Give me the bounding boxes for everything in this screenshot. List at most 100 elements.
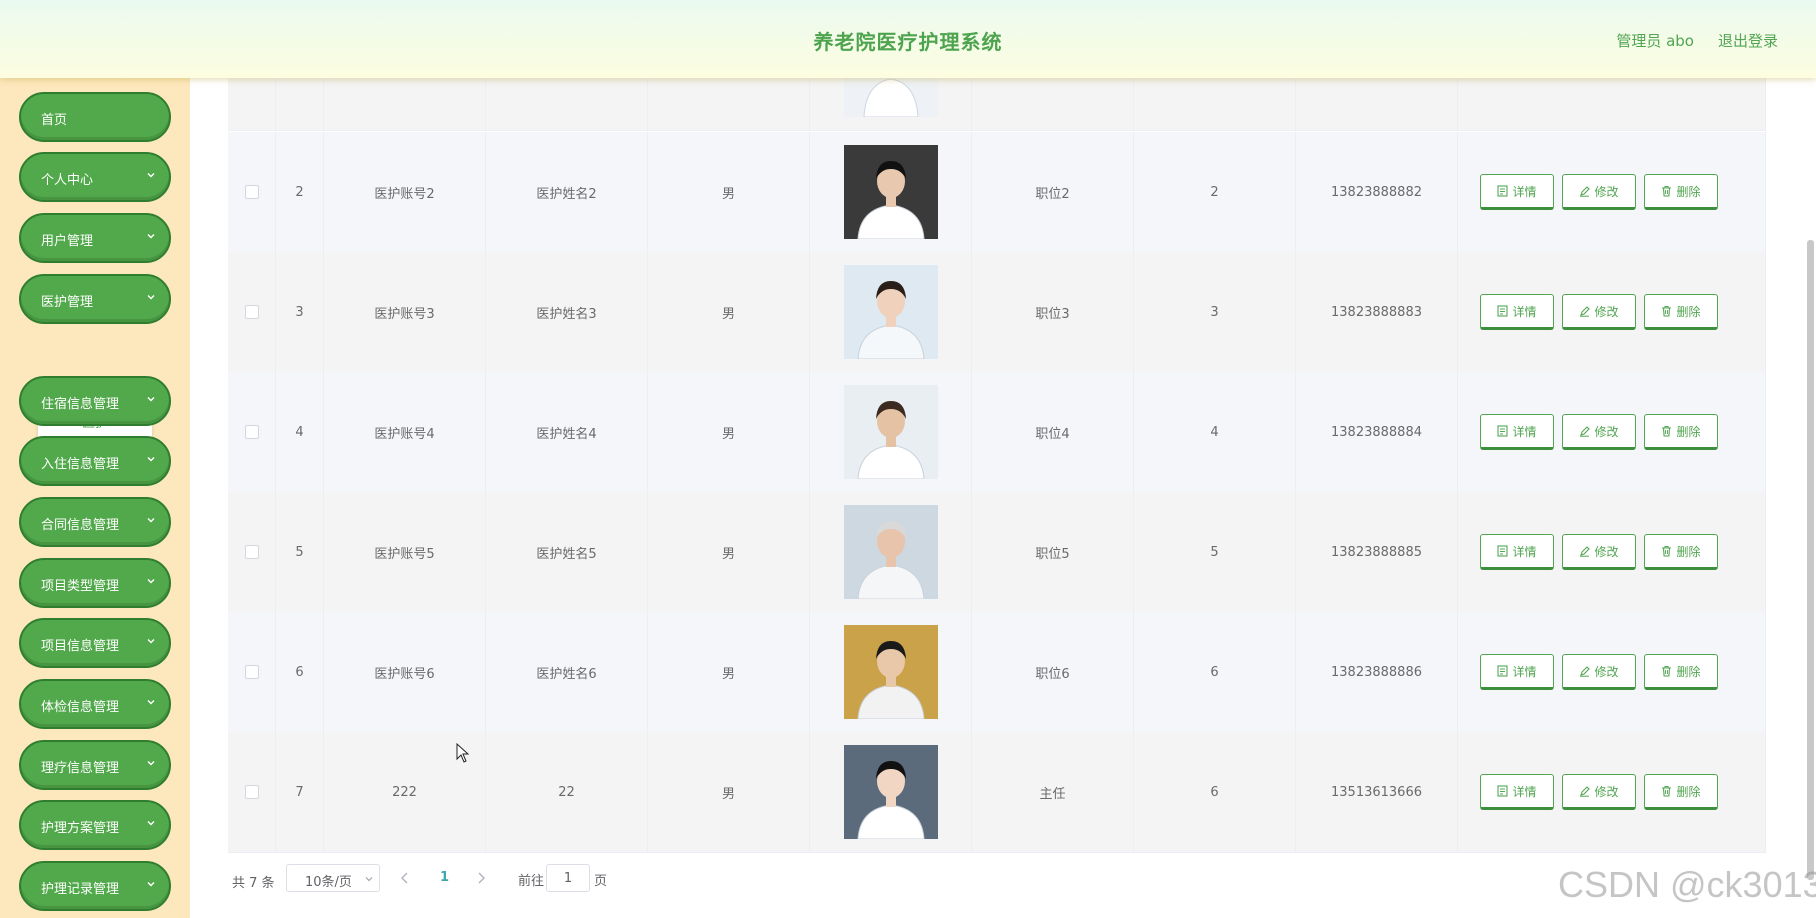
app-title: 养老院医疗护理系统 (813, 30, 1003, 54)
pagination: 共 7 条 10条/页 1 前往 页 (228, 864, 1028, 896)
pencil-icon (1580, 426, 1591, 437)
edit-button[interactable]: 修改 (1562, 654, 1636, 690)
delete-button[interactable]: 删除 (1644, 294, 1718, 330)
delete-button-label: 删除 (1676, 544, 1701, 559)
row-checkbox[interactable] (244, 425, 259, 439)
chevron-down-icon (147, 821, 155, 826)
cell-phone: 13823888884 (1296, 372, 1458, 492)
delete-button[interactable]: 删除 (1644, 174, 1718, 210)
vertical-scrollbar[interactable] (1807, 240, 1814, 880)
row-checkbox[interactable] (244, 185, 259, 199)
trash-icon (1662, 305, 1672, 317)
chevron-down-icon (147, 457, 155, 462)
cell-gender: 男 (648, 252, 810, 372)
sidebar-item-label: 理疗信息管理 (41, 761, 120, 776)
cell-number: 6 (1134, 612, 1296, 732)
next-page-icon[interactable] (476, 872, 486, 884)
app-root: 养老院医疗护理系统 管理员 abo 退出登录 首页 个人中心 用户管理 医护管理… (0, 0, 1816, 918)
edit-button[interactable]: 修改 (1562, 534, 1636, 570)
delete-button[interactable]: 删除 (1644, 774, 1718, 810)
staff-photo[interactable] (843, 745, 938, 839)
staff-photo[interactable] (843, 145, 938, 239)
row-checkbox[interactable] (244, 785, 259, 799)
cell-number: 5 (1134, 492, 1296, 612)
mouse-cursor-icon (456, 743, 470, 763)
sidebar: 首页 个人中心 用户管理 医护管理 医护 住宿信息管理 入住信息管理 合同信息管… (0, 78, 190, 918)
chevron-down-icon (147, 173, 155, 178)
row-checkbox-cell (228, 132, 276, 252)
page-size-select[interactable]: 10条/页 (286, 864, 380, 892)
cell-account: 医护账号6 (324, 612, 486, 732)
goto-page-input[interactable] (546, 864, 590, 892)
detail-button[interactable]: 详情 (1480, 174, 1554, 210)
chevron-down-icon (147, 397, 155, 402)
edit-button[interactable]: 修改 (1562, 414, 1636, 450)
staff-photo[interactable] (843, 385, 938, 479)
cell-gender: 男 (648, 132, 810, 252)
cell-position: 主任 (972, 732, 1134, 852)
pencil-icon (1580, 306, 1591, 317)
detail-button[interactable]: 详情 (1480, 654, 1554, 690)
edit-button[interactable]: 修改 (1562, 774, 1636, 810)
sidebar-item-care-record-management[interactable]: 护理记录管理 (19, 861, 171, 911)
trash-icon (1662, 545, 1672, 557)
cell-number: 4 (1134, 372, 1296, 492)
sidebar-item-project-type-management[interactable]: 项目类型管理 (19, 558, 171, 608)
edit-button[interactable]: 修改 (1562, 174, 1636, 210)
table-row: 2 医护账号2 医护姓名2 男职位2 2 13823888882 详情 修改 删除 (228, 132, 1766, 253)
sidebar-item-label: 首页 (41, 113, 68, 128)
sidebar-item-label: 项目类型管理 (41, 579, 120, 594)
page-number-current[interactable]: 1 (440, 870, 449, 885)
document-icon (1497, 665, 1509, 677)
cell-index: 7 (276, 732, 324, 852)
goto-label: 前往 (518, 874, 545, 889)
current-user-label: 管理员 abo (1616, 32, 1694, 50)
cell-name: 22 (486, 732, 648, 852)
chevron-down-icon (365, 877, 373, 882)
sidebar-item-accommodation-management[interactable]: 住宿信息管理 (19, 376, 171, 426)
detail-button[interactable]: 详情 (1480, 414, 1554, 450)
sidebar-item-label: 护理方案管理 (41, 821, 120, 836)
row-checkbox[interactable] (244, 305, 259, 319)
cell-gender: 男 (648, 492, 810, 612)
row-checkbox[interactable] (244, 545, 259, 559)
staff-photo[interactable] (843, 625, 938, 719)
delete-button[interactable]: 删除 (1644, 654, 1718, 690)
delete-button[interactable]: 删除 (1644, 414, 1718, 450)
sidebar-item-project-info-management[interactable]: 项目信息管理 (19, 618, 171, 668)
sidebar-item-therapy-management[interactable]: 理疗信息管理 (19, 740, 171, 790)
edit-button[interactable]: 修改 (1562, 294, 1636, 330)
sidebar-item-checkin-management[interactable]: 入住信息管理 (19, 436, 171, 486)
detail-button[interactable]: 详情 (1480, 294, 1554, 330)
cell-photo (810, 372, 972, 492)
sidebar-item-contract-management[interactable]: 合同信息管理 (19, 497, 171, 547)
sidebar-item-label: 用户管理 (41, 234, 94, 249)
cell-name: 医护姓名4 (486, 372, 648, 492)
sidebar-item-user-management[interactable]: 用户管理 (19, 213, 171, 263)
cell-gender: 男 (648, 612, 810, 732)
staff-photo[interactable] (843, 265, 938, 359)
detail-button-label: 详情 (1512, 424, 1537, 439)
row-checkbox-cell (228, 492, 276, 612)
detail-button[interactable]: 详情 (1480, 774, 1554, 810)
sidebar-item-care-plan-management[interactable]: 护理方案管理 (19, 800, 171, 850)
prev-page-icon[interactable] (400, 872, 410, 884)
sidebar-item-medical-staff-management[interactable]: 医护管理 (19, 274, 171, 324)
row-checkbox[interactable] (244, 665, 259, 679)
cell-name: 医护姓名6 (486, 612, 648, 732)
detail-button[interactable]: 详情 (1480, 534, 1554, 570)
page-size-value: 10条/页 (305, 875, 352, 890)
cell-phone: 13823888883 (1296, 252, 1458, 372)
cell-index: 2 (276, 132, 324, 252)
sidebar-item-home[interactable]: 首页 (19, 92, 171, 142)
pagination-total: 共 7 条 (232, 876, 275, 891)
chevron-down-icon (147, 295, 155, 300)
logout-link[interactable]: 退出登录 (1718, 30, 1778, 51)
sidebar-item-personal-center[interactable]: 个人中心 (19, 152, 171, 202)
delete-button[interactable]: 删除 (1644, 534, 1718, 570)
sidebar-item-physical-exam-management[interactable]: 体检信息管理 (19, 679, 171, 729)
cell-name: 医护姓名3 (486, 252, 648, 372)
chevron-down-icon (147, 639, 155, 644)
pencil-icon (1580, 666, 1591, 677)
staff-photo[interactable] (843, 505, 938, 599)
